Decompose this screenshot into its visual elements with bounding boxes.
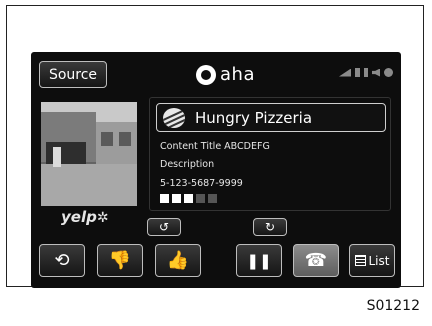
record-icon: [384, 68, 393, 77]
list-icon: [354, 255, 366, 266]
replay-forward-button[interactable]: ↻: [253, 218, 287, 236]
like-button[interactable]: 👍: [155, 244, 201, 277]
rating-dot: [184, 194, 193, 203]
head-unit-screen: Source aha Hungry Pizzeria Content Title…: [31, 52, 401, 288]
content-title: Content Title ABCDEFG: [160, 141, 270, 152]
yelp-logo: yelp✲: [61, 208, 109, 226]
status-icons: [339, 68, 393, 77]
list-label: List: [368, 253, 390, 268]
dislike-button[interactable]: 👎: [97, 244, 143, 277]
rating-dot: [160, 194, 169, 203]
call-button[interactable]: ☎: [293, 244, 339, 277]
volume-icon: [372, 68, 380, 77]
replay-back-button[interactable]: ↺: [147, 218, 181, 236]
station-icon: [163, 107, 185, 128]
content-description: Description: [160, 159, 215, 170]
aha-logo-icon: [196, 64, 216, 85]
source-button[interactable]: Source: [39, 61, 107, 88]
yelp-burst-icon: ✲: [96, 210, 109, 226]
battery-icon: [355, 68, 360, 77]
refresh-button[interactable]: ⟲: [39, 244, 85, 277]
rating-dot: [208, 194, 217, 203]
station-name: Hungry Pizzeria: [195, 108, 313, 127]
list-button[interactable]: List: [349, 244, 395, 277]
aha-brand-text: aha: [220, 64, 255, 85]
signal-icon: [339, 68, 351, 77]
figure-code: S01212: [366, 298, 420, 314]
rating-dots: [160, 194, 217, 203]
yelp-text: yelp: [61, 208, 97, 226]
location-photo: [41, 102, 137, 206]
rating-dot: [196, 194, 205, 203]
station-title-button[interactable]: Hungry Pizzeria: [156, 103, 386, 132]
phone-number: 5-123-5687-9999: [160, 178, 243, 189]
aha-logo: aha: [196, 64, 255, 85]
rating-dot: [172, 194, 181, 203]
content-info-panel: Hungry Pizzeria Content Title ABCDEFG De…: [149, 97, 391, 211]
bluetooth-icon: [364, 68, 368, 77]
pause-button[interactable]: ❚❚: [236, 244, 282, 277]
